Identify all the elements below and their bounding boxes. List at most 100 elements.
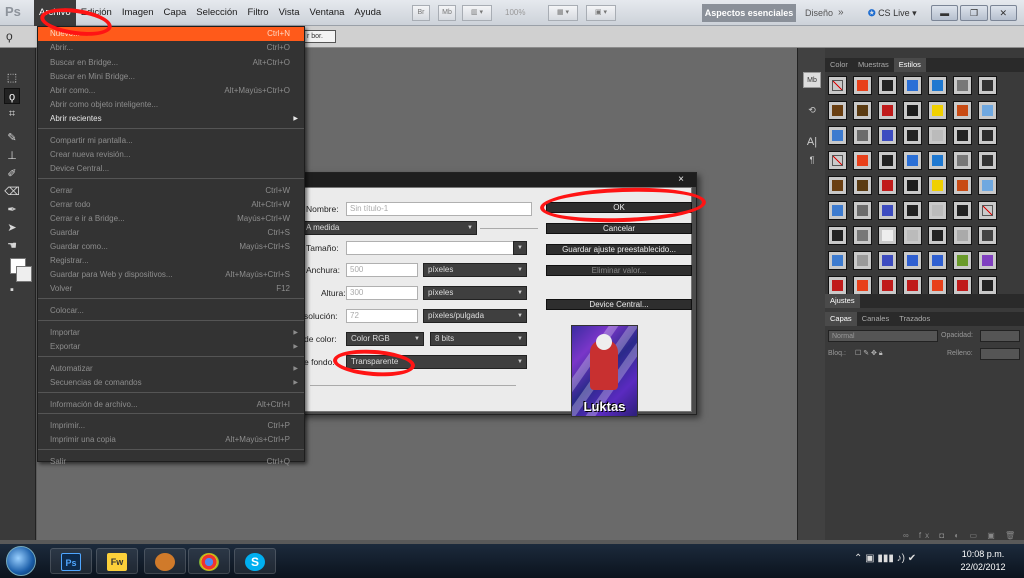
workspace-essentials-button[interactable]: Aspectos esenciales: [702, 4, 796, 22]
style-swatch[interactable]: [853, 251, 872, 270]
style-swatch[interactable]: [953, 201, 972, 220]
menu-item-13[interactable]: Guardar Ctrl+S: [38, 226, 304, 240]
clock[interactable]: 10:08 p.m. 22/02/2012: [948, 548, 1018, 574]
menu-item-3[interactable]: Buscar en Mini Bridge...: [38, 70, 304, 84]
menu-item-6[interactable]: Abrir recientes ▶: [38, 112, 304, 126]
eraser-tool-icon[interactable]: ⌫: [4, 184, 20, 200]
style-swatch[interactable]: [953, 251, 972, 270]
menu-item-10[interactable]: Cerrar Ctrl+W: [38, 184, 304, 198]
style-swatch[interactable]: [853, 151, 872, 170]
style-swatch[interactable]: [953, 276, 972, 295]
style-swatch[interactable]: [828, 201, 847, 220]
menu-item-4[interactable]: Abrir como... Alt+Mayús+Ctrl+O: [38, 84, 304, 98]
style-swatch[interactable]: [878, 126, 897, 145]
style-swatch[interactable]: [828, 76, 847, 95]
style-swatch[interactable]: [978, 151, 997, 170]
style-swatch[interactable]: [853, 176, 872, 195]
menu-item-17[interactable]: Volver F12: [38, 282, 304, 296]
menu-item-21[interactable]: Automatizar ▶: [38, 362, 304, 376]
height-input[interactable]: 300: [346, 286, 418, 300]
style-swatch[interactable]: [928, 251, 947, 270]
style-swatch[interactable]: [978, 201, 997, 220]
workspace-design-button[interactable]: Diseño: [805, 4, 833, 22]
menu-item-20[interactable]: Exportar ▶: [38, 340, 304, 354]
style-swatch[interactable]: [928, 201, 947, 220]
view-extras-button[interactable]: ▥ ▾: [462, 5, 492, 21]
cs-live-button[interactable]: ✪ CS Live ▾: [868, 4, 917, 22]
layer-actions[interactable]: ∞ fx ◘ ◐ ▭ ▣ 🗑︎: [903, 530, 1019, 542]
menu-item-12[interactable]: Cerrar e ir a Bridge... Mayús+Ctrl+W: [38, 212, 304, 226]
style-swatch[interactable]: [903, 226, 922, 245]
menu-item-16[interactable]: Guardar para Web y dispositivos... Alt+Ma…: [38, 268, 304, 282]
mini-bridge-icon[interactable]: Mb: [803, 72, 821, 88]
style-swatch[interactable]: [928, 226, 947, 245]
style-swatch[interactable]: [903, 176, 922, 195]
screen-mode-button[interactable]: ▣ ▾: [586, 5, 616, 21]
style-swatch[interactable]: [878, 276, 897, 295]
menu-imagen[interactable]: Imagen: [117, 0, 159, 26]
tab-color[interactable]: Color: [825, 58, 853, 72]
stamp-tool-icon[interactable]: ⊥: [4, 148, 20, 164]
menu-item-24[interactable]: Imprimir... Ctrl+P: [38, 419, 304, 433]
style-swatch[interactable]: [928, 151, 947, 170]
menu-item-8[interactable]: Crear nueva revisión...: [38, 148, 304, 162]
style-swatch[interactable]: [978, 226, 997, 245]
menu-item-5[interactable]: Abrir como objeto inteligente...: [38, 98, 304, 112]
marquee-tool-icon[interactable]: ⬚: [4, 70, 20, 86]
taskbar-photoshop[interactable]: Ps: [50, 548, 92, 574]
style-swatch[interactable]: [953, 101, 972, 120]
bit-depth-select[interactable]: 8 bits ▼: [430, 332, 527, 346]
style-swatch[interactable]: [853, 126, 872, 145]
style-swatch[interactable]: [828, 126, 847, 145]
name-input[interactable]: Sin título-1: [346, 202, 532, 216]
size-select[interactable]: [346, 241, 522, 255]
cancel-button[interactable]: Cancelar: [546, 223, 692, 234]
tab-channels[interactable]: Canales: [857, 312, 895, 326]
tab-swatches[interactable]: Muestras: [853, 58, 894, 72]
bridge-button[interactable]: Br: [412, 5, 430, 21]
lock-icons[interactable]: ☐ ✎ ✥ 🔒︎: [855, 348, 883, 360]
style-swatch[interactable]: [928, 126, 947, 145]
tab-adjustments[interactable]: Ajustes: [825, 294, 860, 308]
system-tray[interactable]: ⌃ ▣ ▮▮▮ ♪) ✔: [854, 553, 916, 564]
color-mode-select[interactable]: Color RGB ▼: [346, 332, 424, 346]
menu-seleccion[interactable]: Selección: [191, 0, 242, 26]
style-swatch[interactable]: [853, 101, 872, 120]
pen-tool-icon[interactable]: ✒: [4, 202, 20, 218]
blend-mode-select[interactable]: Normal: [828, 330, 938, 342]
style-swatch[interactable]: [928, 76, 947, 95]
style-swatch[interactable]: [978, 251, 997, 270]
eyedropper-tool-icon[interactable]: ✎: [4, 130, 20, 146]
style-swatch[interactable]: [978, 76, 997, 95]
style-swatch[interactable]: [878, 76, 897, 95]
style-swatch[interactable]: [978, 176, 997, 195]
zoom-level[interactable]: 100%: [505, 5, 525, 21]
style-swatch[interactable]: [878, 176, 897, 195]
menu-item-25[interactable]: Imprimir una copia Alt+Mayús+Ctrl+P: [38, 433, 304, 447]
style-swatch[interactable]: [853, 226, 872, 245]
size-dropdown-button[interactable]: ▼: [513, 241, 527, 255]
character-icon[interactable]: A|: [803, 134, 821, 150]
style-swatch[interactable]: [828, 101, 847, 120]
menu-item-15[interactable]: Registrar...: [38, 254, 304, 268]
style-swatch[interactable]: [853, 201, 872, 220]
fill-input[interactable]: [980, 348, 1020, 360]
style-swatch[interactable]: [828, 226, 847, 245]
brush-tool-icon[interactable]: ✐: [4, 166, 20, 182]
style-swatch[interactable]: [903, 76, 922, 95]
style-swatch[interactable]: [903, 101, 922, 120]
style-swatch[interactable]: [853, 76, 872, 95]
lasso-tool-icon[interactable]: ϙ: [4, 88, 20, 104]
menu-item-2[interactable]: Buscar en Bridge... Alt+Ctrl+O: [38, 56, 304, 70]
menu-item-9[interactable]: Device Central...: [38, 162, 304, 176]
menu-filtro[interactable]: Filtro: [242, 0, 273, 26]
style-swatch[interactable]: [928, 176, 947, 195]
style-swatch[interactable]: [978, 276, 997, 295]
taskbar-app3[interactable]: [144, 548, 186, 574]
tab-paths[interactable]: Trazados: [894, 312, 935, 326]
tab-layers[interactable]: Capas: [825, 312, 857, 326]
taskbar-chrome[interactable]: [188, 548, 230, 574]
style-swatch[interactable]: [878, 226, 897, 245]
style-swatch[interactable]: [878, 201, 897, 220]
style-swatch[interactable]: [878, 101, 897, 120]
